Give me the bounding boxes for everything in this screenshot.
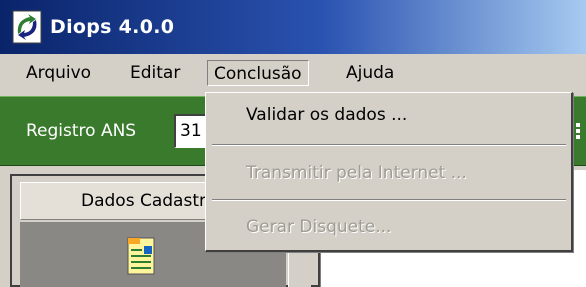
menu-separator (212, 199, 566, 201)
registro-ans-label: Registro ANS (26, 121, 137, 141)
toolbar-grip (576, 123, 580, 139)
menu-bar: Arquivo Editar Conclusão Ajuda (0, 54, 586, 92)
conclusao-dropdown-menu: Validar os dados ... Transmitir pela Int… (205, 92, 573, 252)
menu-arquivo[interactable]: Arquivo (20, 60, 97, 86)
menu-item-validar-os-dados[interactable]: Validar os dados ... (246, 105, 407, 125)
document-icon[interactable] (126, 236, 156, 276)
menu-item-gerar-disquete: Gerar Disquete... (246, 217, 392, 237)
diops-app-icon (12, 10, 42, 44)
menu-conclusao[interactable]: Conclusão (207, 60, 309, 86)
menu-separator (212, 144, 566, 146)
title-bar: Diops 4.0.0 (0, 0, 586, 54)
window-title: Diops 4.0.0 (50, 16, 175, 38)
menu-ajuda[interactable]: Ajuda (340, 60, 400, 86)
menu-editar[interactable]: Editar (124, 60, 186, 86)
menu-item-transmitir-pela-internet: Transmitir pela Internet ... (246, 163, 467, 183)
